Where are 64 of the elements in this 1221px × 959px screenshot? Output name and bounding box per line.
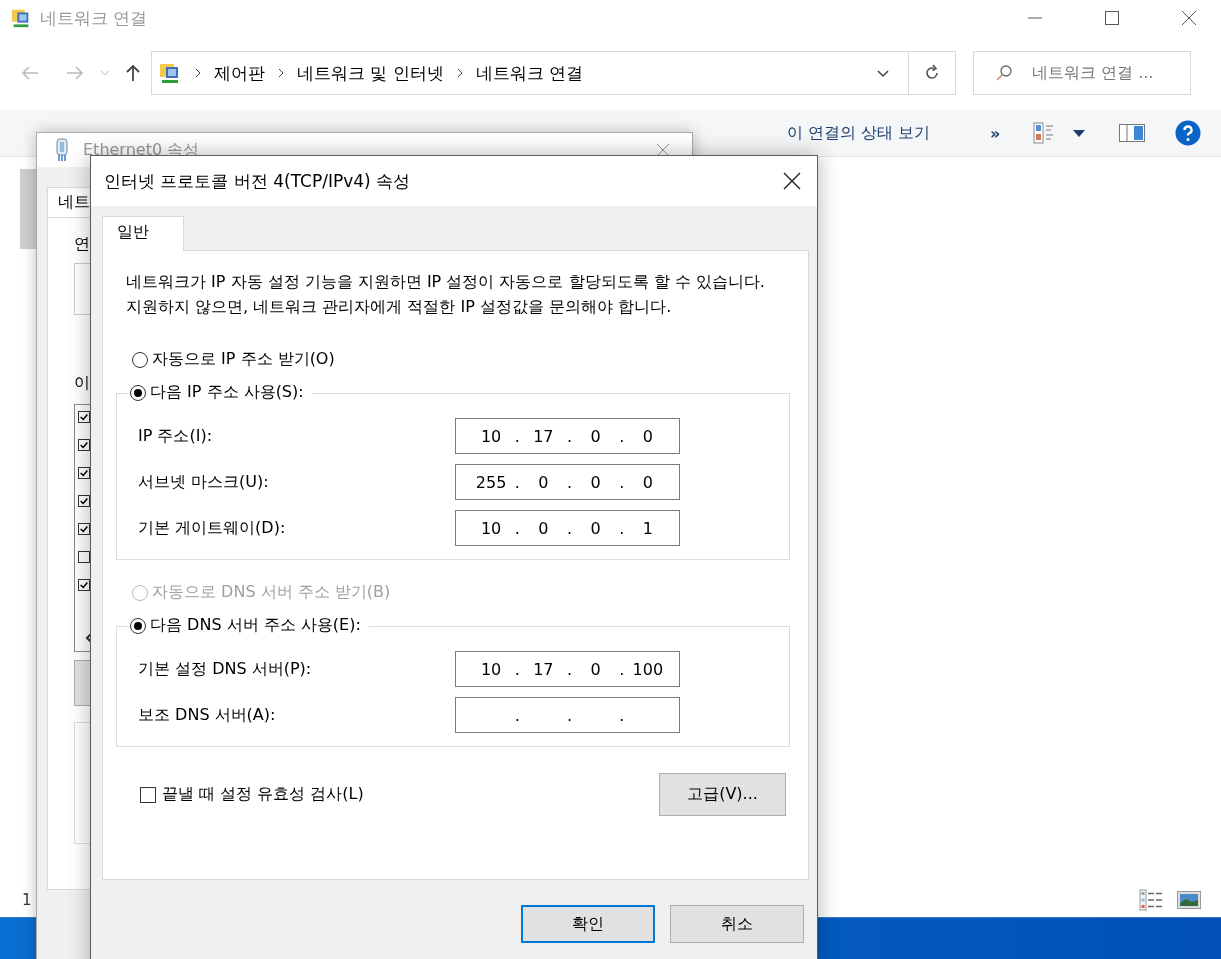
ip-address-field[interactable]: . . . xyxy=(455,697,680,733)
details-view-icon[interactable] xyxy=(1139,889,1165,911)
caret-icon[interactable] xyxy=(1073,129,1085,137)
checkbox[interactable] xyxy=(78,551,90,563)
close-icon[interactable] xyxy=(782,171,802,191)
dialog-title: 인터넷 프로토콜 버전 4(TCP/IPv4) 속성 xyxy=(104,169,411,193)
breadcrumb-item[interactable]: 네트워크 및 인터넷 xyxy=(297,61,444,85)
command-item[interactable]: 이 연결의 상태 보기 xyxy=(787,122,931,144)
description-text: 네트워크가 IP 자동 설정 기능을 지원하면 IP 설정이 자동으로 할당되도록 할 수 있습니다. 지원하지 않으면, 네트워크 관리자에게 적절한 IP 설정값을 문의해야 합니다. xyxy=(126,271,766,318)
check-icon xyxy=(79,412,89,422)
advanced-button[interactable]: 고급(V)... xyxy=(659,773,786,816)
checkbox[interactable] xyxy=(78,411,90,423)
maximize-icon[interactable] xyxy=(1104,10,1120,26)
field-label: 연 xyxy=(74,234,90,255)
field-label: 보조 DNS 서버(A): xyxy=(138,704,277,726)
ip-address-field[interactable]: 10 . 0 . 0 . 1 xyxy=(455,510,680,546)
radio-button[interactable] xyxy=(130,617,146,634)
more-commands[interactable]: » xyxy=(990,123,1001,143)
checkbox-label[interactable]: 끝낼 때 설정 유효성 검사(L) xyxy=(162,784,364,805)
tab[interactable]: 일반 xyxy=(102,216,184,251)
radio-label[interactable]: 다음 IP 주소 사용(S): xyxy=(150,382,304,403)
ip-address-field[interactable]: 10 . 17 . 0 . 0 xyxy=(455,418,680,454)
checkbox[interactable] xyxy=(78,523,90,535)
list-label: 이 xyxy=(74,373,90,394)
large-icons-view-icon[interactable] xyxy=(1177,891,1201,909)
view-options-icon[interactable] xyxy=(1033,122,1055,144)
field-label: 서브넷 마스크(U): xyxy=(138,471,270,493)
search-field[interactable]: 네트워크 연결 ... xyxy=(973,51,1191,95)
window-title: 네트워크 연결 xyxy=(40,6,148,30)
status-text: 1 xyxy=(22,891,32,909)
checkbox[interactable] xyxy=(78,495,90,507)
network-adapter-icon xyxy=(55,138,69,162)
radio-label[interactable]: 다음 DNS 서버 주소 사용(E): xyxy=(150,615,361,636)
ip-address-field[interactable]: 10 . 17 . 0 . 100 xyxy=(455,651,680,687)
radio-button[interactable] xyxy=(130,384,146,401)
check-icon xyxy=(79,496,89,506)
close-icon[interactable] xyxy=(1181,10,1197,26)
help-icon[interactable] xyxy=(1175,120,1201,146)
checkbox[interactable] xyxy=(140,786,156,803)
ok-button[interactable]: 확인 xyxy=(521,905,655,943)
chevron-right-icon xyxy=(455,68,464,78)
address-bar[interactable]: 제어판 네트워크 및 인터넷 네트워크 연결 xyxy=(151,51,956,95)
close-icon[interactable] xyxy=(656,143,670,157)
ip-address-field[interactable]: 255 . 0 . 0 . 0 xyxy=(455,464,680,500)
radio-label[interactable]: 자동으로 IP 주소 받기(O) xyxy=(152,349,335,370)
check-icon xyxy=(79,580,89,590)
checkbox[interactable] xyxy=(78,467,90,479)
search-icon xyxy=(994,63,1014,83)
checkbox[interactable] xyxy=(78,439,90,451)
check-icon xyxy=(79,524,89,534)
check-icon xyxy=(79,468,89,478)
radio-button[interactable] xyxy=(132,351,148,368)
chevron-right-icon xyxy=(277,68,285,78)
cancel-button[interactable]: 취소 xyxy=(670,905,804,943)
checkbox[interactable] xyxy=(78,579,90,591)
breadcrumb-item[interactable]: 제어판 xyxy=(214,61,265,85)
breadcrumb-item[interactable]: 네트워크 연결 xyxy=(475,61,584,85)
chevron-right-icon xyxy=(194,68,202,78)
field-label: 기본 게이트웨이(D): xyxy=(138,517,287,539)
check-icon xyxy=(79,440,89,450)
field-label: 기본 설정 DNS 서버(P): xyxy=(138,658,313,680)
field-label: IP 주소(I): xyxy=(138,425,214,447)
preview-pane-icon[interactable] xyxy=(1119,124,1145,142)
refresh-icon xyxy=(923,64,941,82)
